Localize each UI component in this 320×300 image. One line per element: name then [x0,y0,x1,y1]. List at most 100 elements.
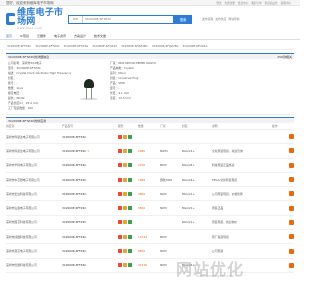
site-logo[interactable]: 维库电子市场网 www.dzsc.com [6,8,66,30]
table-row[interactable]: 深圳市中芯微电子有限公司 3C2000E-6FTZ4C 1999 微软/NIM BGA/… [6,173,294,188]
orders-link[interactable]: 我的订单 [251,1,261,5]
supplier-name[interactable]: 深圳市源芯电子有限公司 [6,249,62,253]
table-row[interactable]: 深圳市弘鑫电子有限公司 3C2000E-6FTZ4C 9500 NDM BGA/21+ 原… [6,201,294,216]
table-row[interactable]: 深圳市科盛达电子有限公司 3C2000E-6FTZ4C ✎ 2980 NIDM BGA/2… [6,144,294,159]
trust-icon [122,163,127,168]
tag-link[interactable]: 3C2000E-6FTZ4C [6,44,32,48]
service-icons [118,191,138,196]
supplier-name[interactable]: 深圳市中芯微电子有限公司 [6,178,62,182]
edit-icon[interactable]: ✎ [87,149,90,153]
cart-icon[interactable] [289,148,294,154]
logo-icon [6,13,16,25]
model-link[interactable]: 3C2000E-6FTZ4C [62,178,86,182]
verified-icon [118,163,122,168]
member-center-link[interactable]: 会员中心 [238,1,248,5]
table-row[interactable]: 深圳市优胜科技有限公司 3C2000E-6FTZ4C 47128 NDM BGA/24+ [6,259,294,273]
login-link[interactable]: 登录 [216,1,221,5]
tag-link[interactable]: 3C2000E-6FTZ4G [63,44,90,48]
description: 科技原装正品热卖 [212,163,235,168]
nav-item-news[interactable]: 电子资讯 [54,34,66,38]
service-link[interactable]: 客服中心 [281,1,291,5]
model-link[interactable]: 3C2000E-6FTZ4C [62,163,86,167]
register-link[interactable]: 免费注册 [225,1,235,5]
model-link[interactable]: 3C2000E-6FTZ4C [62,263,86,267]
model-cell: 3C2000E-6FTZ4C [62,192,118,196]
cart-icon[interactable] [289,219,294,225]
tag-link[interactable]: 3C2000E-6FQZ2BC [120,44,149,48]
verified-icon [118,177,122,182]
supplier-backend-link[interactable]: 供应商后台 [265,1,278,5]
table-row[interactable]: 深圳市国芯科技有限公司 3C2000E-6FTZ4C BGA/21+ 原装现货，欢迎询… [6,216,294,231]
table-row[interactable]: 深圳市科盛达电子有限公司 3C2000E-6FTZ4C [6,130,294,145]
nav-item-ic[interactable]: IC现货 [20,34,29,38]
cart-icon[interactable] [289,134,294,140]
quantity: 47128 [138,263,147,268]
table-row[interactable]: 深圳市源芯电子有限公司 3C2000E-6FTZ4C 8500 NDM 公司现货 [6,244,294,259]
cart-icon[interactable] [289,248,294,254]
table-row[interactable]: 深圳市华科电子有限公司 3C2000E-6FTZ4C 2700 NDM BGA/24+ 科… [6,159,294,173]
supplier-name[interactable]: 深圳市科盛达电子有限公司 [6,149,62,153]
trust-icon [122,220,127,225]
supplier-name[interactable]: 深圳市国芯科技有限公司 [6,220,62,224]
description: 公司原装现货，价格优势 [212,191,243,196]
cart-icon[interactable] [289,162,294,168]
cart-icon[interactable] [289,205,294,211]
quantity: 3800 [138,191,146,196]
model-link[interactable]: 3C2000E-6FTZ4C [62,206,86,210]
tag-link[interactable]: 3C2000E-6FQZ4A [182,44,209,48]
cart-icon[interactable] [289,234,294,240]
package: BGA/24+ [182,163,195,168]
verified-icon [118,234,122,239]
column-header: 供应商 [6,124,15,128]
supplier-name[interactable]: 深圳市宏达科技有限公司 [6,192,62,196]
site-nav-link[interactable]: 网站导航 [228,17,239,21]
model-link[interactable]: 3C2000E-6FTZ4C [62,235,86,239]
column-header: 服务 [118,124,124,128]
model-cell: 3C2000E-6FTZ4C [62,135,118,139]
table-row[interactable]: 深圳市捷胜科技有限公司 3C2000E-6FTZ4C 13744 NDM 原厂渠道现货 [6,230,294,245]
search-input[interactable] [83,15,173,23]
supplier-name[interactable]: 深圳市弘鑫电子有限公司 [6,206,62,210]
table-row[interactable]: 深圳市宏达科技有限公司 3C2000E-6FTZ4C 3800 NDM BGA/21+ 公… [6,187,294,202]
package: BGA/24+ [182,148,195,153]
action-cell [272,262,294,268]
tag-link[interactable]: 3C2000E-6FTZ4C [34,44,60,48]
service-icons [118,263,138,268]
model-link[interactable]: 3C2000E-6FTZ4C [62,192,86,196]
nav-item-solutions[interactable]: 方案设计 [74,34,86,38]
product-details: 公司名称：深圳市XXX电子 型号：3C2000E-6FTZ4C 描述：Cryst… [6,59,294,115]
stock-icon [127,249,132,254]
trust-icon [122,263,127,268]
search-button[interactable]: 搜索 [174,14,192,24]
supplier-name[interactable]: 深圳市华科电子有限公司 [6,163,62,167]
supplier-name[interactable]: 深圳市捷胜科技有限公司 [6,235,62,239]
post-supply-link[interactable]: 发布供应 [215,17,226,21]
action-cell [272,205,294,211]
column-header: 数量 [138,124,144,128]
cart-icon[interactable] [289,262,294,268]
tag-link[interactable]: 3C2000E-6FQZ2BC [151,44,180,48]
nav-item-articles[interactable]: 技术文章 [94,34,106,38]
model-link[interactable]: 3C2000E-6FTZ4C [62,249,86,253]
nav-item-home[interactable]: 首页 [6,34,12,38]
tag-link[interactable]: 3C2000E-6FQZ4C [91,44,118,48]
logo-url: www.dzsc.com [17,26,43,30]
model-link[interactable]: 3C2000E-6FTZ4C [62,135,86,139]
cart-icon[interactable] [289,191,294,197]
supplier-name[interactable]: 深圳市优胜科技有限公司 [6,263,62,267]
trust-icon [122,206,127,211]
cart-icon[interactable] [289,177,294,183]
post-purchase-link[interactable]: 发布采购 [202,17,213,21]
supplier-name[interactable]: 深圳市科盛达电子有限公司 [6,135,62,139]
verified-icon [118,191,122,196]
model-link[interactable]: 3C2000E-6FTZ4C [62,220,86,224]
product-count: 256款相关 [277,54,292,59]
model-link[interactable]: 3C2000E-6FTZ4C [62,149,86,153]
description: FPGA/全新原装现货 [212,177,238,182]
verified-icon [118,206,122,211]
package: BGA/21+ [182,220,195,225]
verified-icon [118,148,122,153]
stock-icon [127,148,132,153]
search-category-select[interactable]: IC ▾ [69,15,83,23]
nav-item-components[interactable]: 元器件 [37,34,46,38]
